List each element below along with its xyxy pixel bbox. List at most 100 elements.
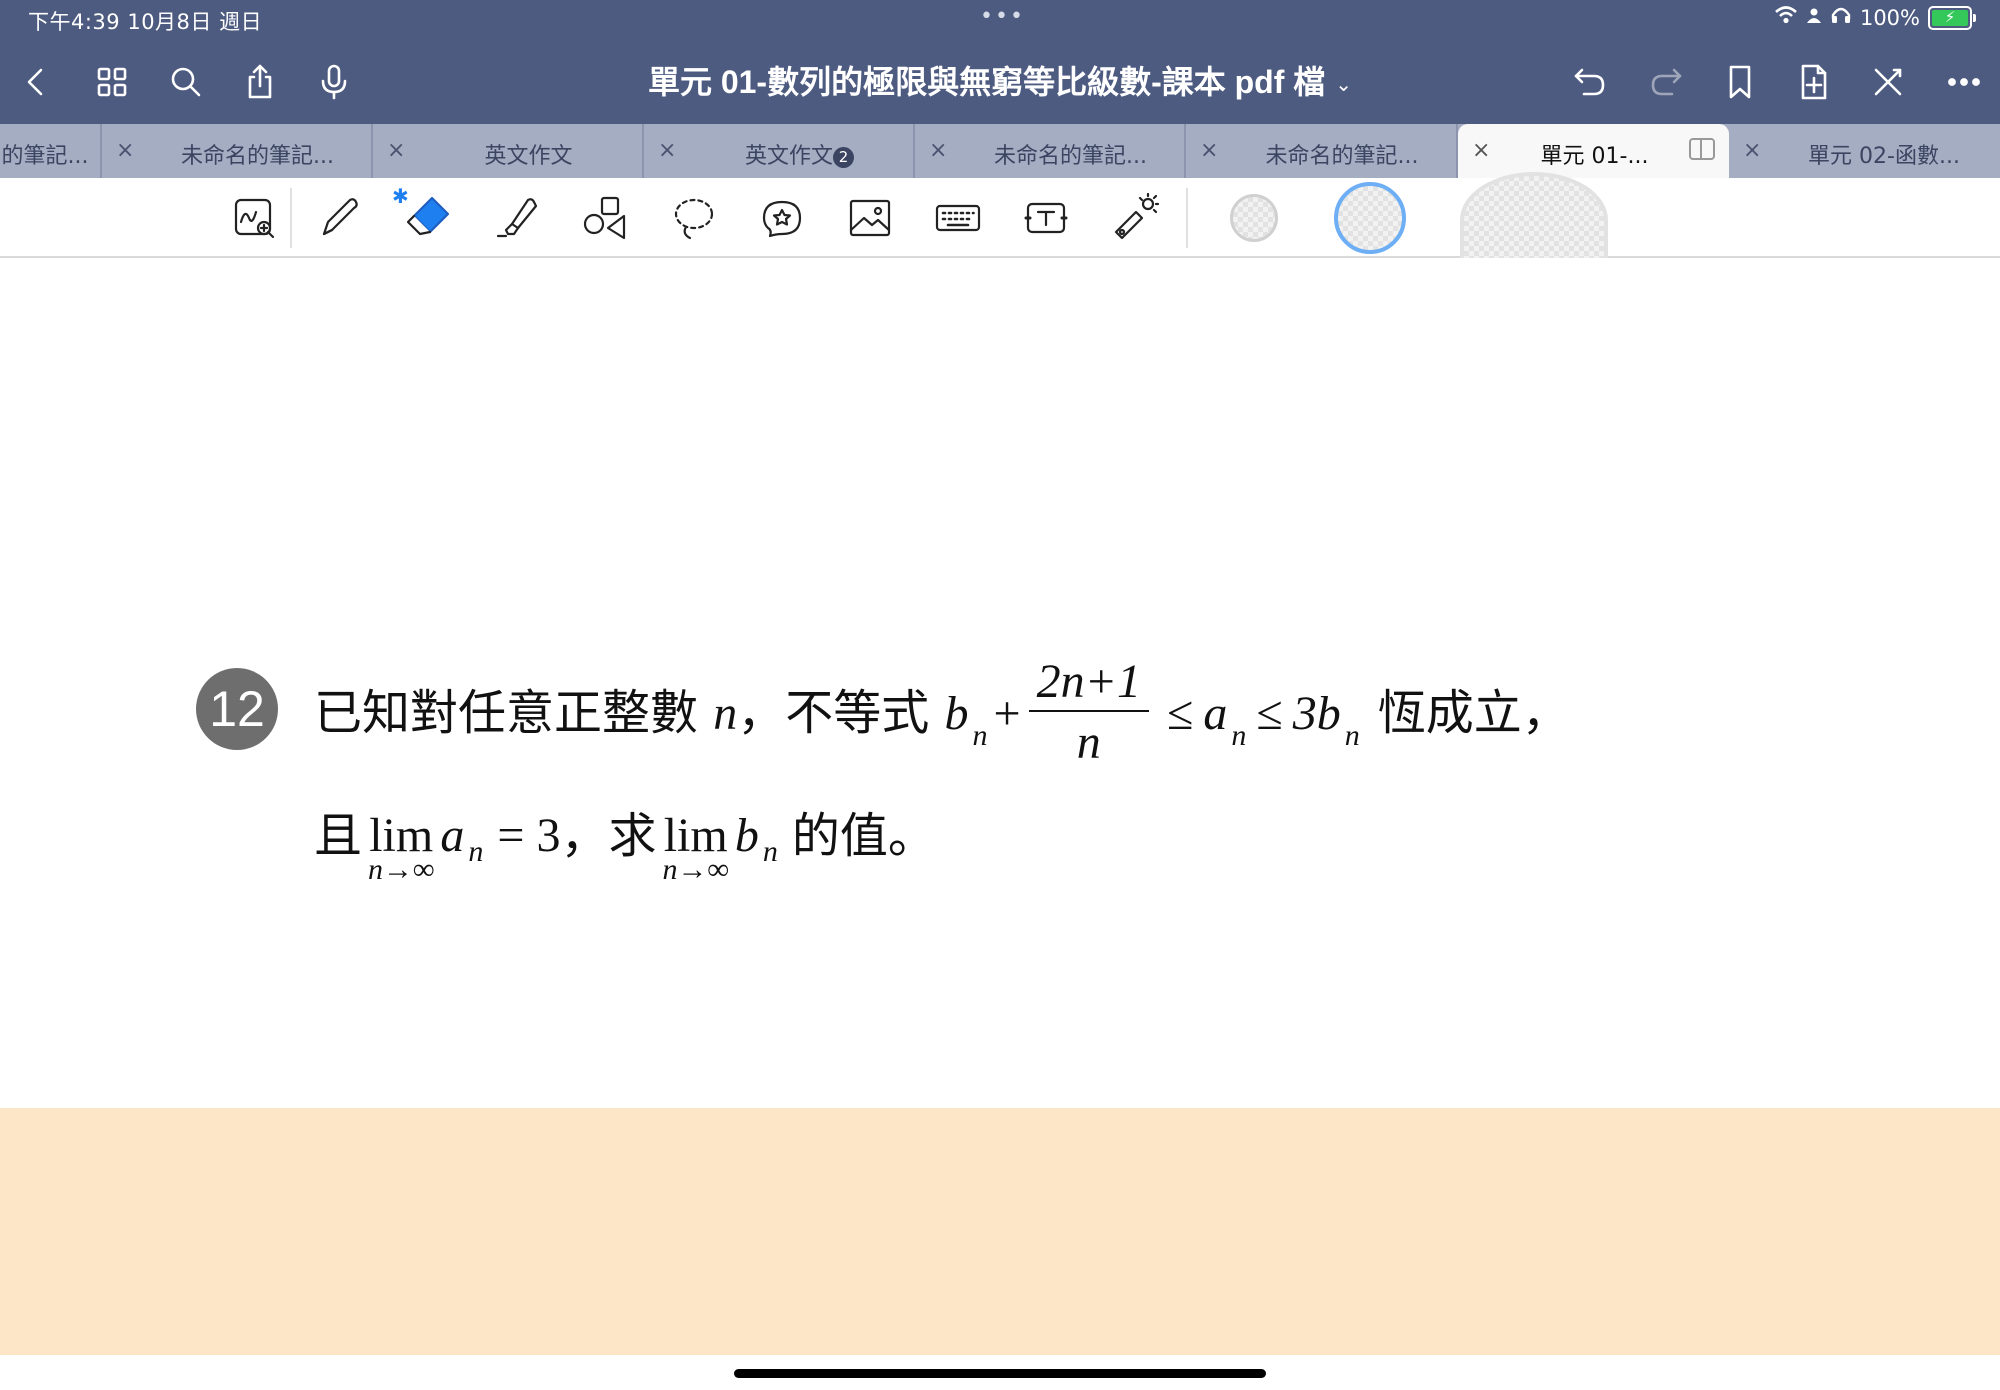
back-icon[interactable]: [12, 58, 60, 106]
q-text: 的值。: [791, 808, 936, 864]
redo-icon[interactable]: [1642, 58, 1690, 106]
zoom-window-icon[interactable]: [224, 188, 284, 248]
tab-close-icon[interactable]: ×: [387, 138, 405, 163]
tab-close-icon[interactable]: ×: [1200, 138, 1218, 163]
grid-icon[interactable]: [88, 58, 136, 106]
tab-close-icon[interactable]: ×: [1743, 138, 1761, 163]
q-subscript-n: n: [972, 719, 988, 753]
tab-close-icon[interactable]: ×: [1472, 138, 1490, 163]
question-line-2: 且 lim n→∞ a n = 3，求 lim n→∞ b n 的值。: [314, 808, 936, 886]
q-subscript-n: n: [1344, 719, 1360, 753]
q-text: 已知對任意正整數: [314, 685, 714, 742]
q-limit: lim n→∞: [662, 808, 729, 886]
share-icon[interactable]: [236, 58, 284, 106]
stroke-size-large-option[interactable]: [1460, 172, 1608, 268]
stroke-size-medium-option[interactable]: [1334, 182, 1406, 254]
toolbar-separator: [290, 188, 292, 248]
keyboard-icon[interactable]: [928, 188, 988, 248]
tab-label: 單元 01-...: [1540, 144, 1649, 169]
q-var-b: b: [944, 687, 969, 741]
q-fraction-denominator: n: [1076, 716, 1101, 769]
q-text: ，求: [560, 808, 657, 864]
bookmark-icon[interactable]: [1716, 58, 1764, 106]
document-title-text: 單元 01-數列的極限與無窮等比級數-課本 pdf 檔: [647, 64, 1326, 100]
chevron-down-icon[interactable]: ⌄: [1335, 74, 1352, 96]
q-var-a: a: [1203, 687, 1228, 741]
q-subscript-n: n: [468, 835, 484, 868]
image-icon[interactable]: [840, 188, 900, 248]
tab-notes-1[interactable]: 的筆記...: [0, 124, 102, 178]
tab-label: 的筆記...: [1, 144, 89, 169]
app-chrome: 下午4:39 10月8日 週日 ••• 100% ⚡ 單元 01-數列的極限與無…: [0, 0, 2000, 178]
question-line-1: 已知對任意正整數 n，不等式 b n +2n+1 n ≤ a n ≤3b n 恆成立，: [314, 655, 1570, 778]
q-leq: ≤: [1167, 687, 1194, 741]
tab-close-icon[interactable]: ×: [116, 138, 134, 163]
more-icon[interactable]: [1940, 58, 1988, 106]
q-var-a: a: [440, 809, 465, 862]
tab-label-wrap: 英文作文 2: [696, 138, 903, 170]
undo-icon[interactable]: [1566, 58, 1614, 106]
tab-count-badge: 2: [833, 147, 854, 168]
person-icon: [1806, 5, 1822, 30]
drawing-toolbar: ✱: [0, 172, 2000, 268]
battery-percent: 100%: [1859, 5, 1920, 30]
home-indicator[interactable]: [734, 1369, 1266, 1378]
page-footer-area: [0, 1108, 2000, 1355]
text-box-icon[interactable]: [1016, 188, 1076, 248]
microphone-icon[interactable]: [310, 58, 358, 106]
q-fraction: 2n+1 n: [1028, 654, 1149, 774]
tab-notes-4[interactable]: × 未命名的筆記...: [1186, 124, 1458, 178]
q-plus: +: [993, 687, 1021, 741]
headphones-icon: [1830, 5, 1852, 30]
tab-close-icon[interactable]: ×: [658, 138, 676, 163]
tab-label: 未命名的筆記...: [181, 144, 334, 169]
q-var-b: b: [734, 809, 759, 862]
tab-label: 英文作文: [744, 144, 833, 169]
tab-label: 英文作文: [484, 144, 573, 169]
tab-notes-2[interactable]: × 未命名的筆記...: [102, 124, 373, 178]
laser-pointer-icon[interactable]: [1104, 188, 1164, 248]
wifi-icon: [1774, 5, 1798, 30]
tab-close-icon[interactable]: ×: [929, 138, 947, 163]
multitasking-dots-icon[interactable]: •••: [980, 4, 1025, 29]
shapes-icon[interactable]: [576, 188, 636, 248]
close-toolbar-icon[interactable]: [1864, 58, 1912, 106]
tab-label: 未命名的筆記...: [994, 144, 1147, 169]
stroke-size-small-option[interactable]: [1230, 194, 1278, 242]
tab-label: 單元 02-函數...: [1808, 144, 1960, 169]
q-lim-subscript: n→∞: [368, 853, 435, 886]
tab-bar: 的筆記... × 未命名的筆記... × 英文作文 × 英文作文 2 × 未命名的…: [0, 124, 2000, 178]
elements-sticker-icon[interactable]: [752, 188, 812, 248]
q-subscript-n: n: [762, 835, 778, 868]
q-limit: lim n→∞: [368, 808, 435, 886]
notebook-page[interactable]: 12 已知對任意正整數 n，不等式 b n +2n+1 n ≤ a n ≤3b n 恆成立， 且l…: [0, 258, 2000, 1108]
highlighter-icon[interactable]: [488, 188, 548, 248]
q-text: ，不等式: [737, 685, 945, 742]
tab-english-essay-2[interactable]: × 英文作文 2: [644, 124, 915, 178]
tab-label: 未命名的筆記...: [1265, 144, 1419, 169]
add-page-icon[interactable]: [1790, 58, 1838, 106]
status-bar: 下午4:39 10月8日 週日 ••• 100% ⚡: [0, 0, 2000, 40]
question-number-badge: 12: [196, 668, 278, 750]
status-time: 下午4:39 10月8日 週日: [28, 10, 263, 34]
q-leq: ≤: [1256, 687, 1283, 741]
q-text: 且: [314, 808, 363, 864]
battery-icon: ⚡: [1928, 5, 1976, 30]
tab-unit-01[interactable]: × 單元 01-...: [1458, 124, 1729, 178]
q-text: 恆成立，: [1377, 685, 1570, 742]
lasso-icon[interactable]: [664, 188, 724, 248]
q-var-n: n: [713, 687, 738, 741]
q-equals: = 3: [497, 809, 561, 862]
q-fraction-numerator: 2n+1: [1028, 654, 1149, 712]
split-view-icon[interactable]: [1689, 138, 1715, 160]
pen-icon[interactable]: [310, 188, 370, 248]
tab-notes-3[interactable]: × 未命名的筆記...: [915, 124, 1186, 178]
tab-unit-02[interactable]: × 單元 02-函數...: [1729, 124, 2000, 178]
q-var-3b: 3b: [1292, 687, 1341, 741]
document-title[interactable]: 單元 01-數列的極限與無窮等比級數-課本 pdf 檔 ⌄: [640, 58, 1360, 109]
eraser-icon[interactable]: [398, 188, 458, 248]
q-lim-subscript: n→∞: [662, 853, 729, 886]
status-right: 100% ⚡: [1774, 5, 1976, 30]
tab-english-essay[interactable]: × 英文作文: [373, 124, 644, 178]
search-icon[interactable]: [162, 58, 210, 106]
